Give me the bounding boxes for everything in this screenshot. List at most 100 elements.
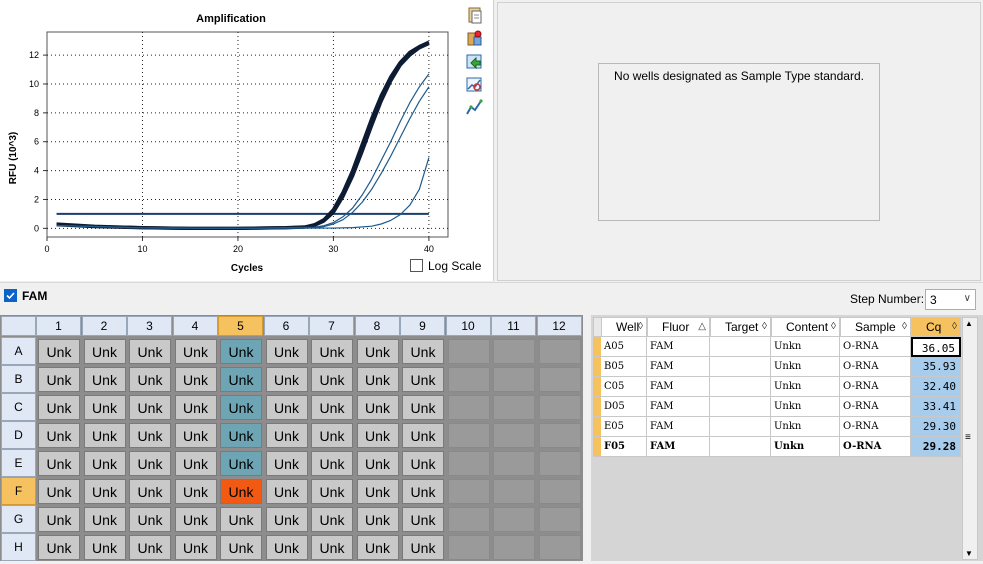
plate-well[interactable]: Unk xyxy=(220,535,262,560)
plate-well[interactable]: Unk xyxy=(265,451,308,476)
plate-well[interactable]: Unk xyxy=(265,339,308,364)
plate-well[interactable]: Unk xyxy=(129,507,171,532)
table-cell-target[interactable] xyxy=(710,397,771,417)
trace-styles-icon[interactable] xyxy=(465,98,484,117)
plate-well[interactable]: Unk xyxy=(174,367,217,392)
table-cell-sample[interactable]: O-RNA xyxy=(840,357,911,377)
table-cell-fluor[interactable]: FAM xyxy=(647,357,710,377)
plate-well[interactable]: Unk xyxy=(402,423,444,448)
plate-well[interactable]: Unk xyxy=(129,479,171,504)
table-cell-well[interactable]: E05 xyxy=(601,417,647,437)
plate-column-header[interactable]: 4 xyxy=(172,316,218,336)
plate-well[interactable]: Unk xyxy=(311,479,353,504)
table-cell-sample[interactable]: O-RNA xyxy=(840,397,911,417)
plate-well[interactable] xyxy=(447,367,490,392)
table-cell-cq[interactable]: 29.30 xyxy=(911,417,961,437)
plate-well[interactable]: Unk xyxy=(129,339,171,364)
sort-icon[interactable]: ◊ xyxy=(638,318,643,336)
plate-well[interactable] xyxy=(493,535,535,560)
table-cell-sample[interactable]: O-RNA xyxy=(840,437,911,457)
plate-row-header[interactable]: E xyxy=(1,449,36,477)
plate-well[interactable]: Unk xyxy=(174,339,217,364)
plate-row-header[interactable]: G xyxy=(1,505,36,533)
plate-well[interactable]: Unk xyxy=(265,507,308,532)
plate-column-header[interactable]: 5 xyxy=(218,316,263,336)
plate-well[interactable]: Unk xyxy=(129,395,171,420)
table-cell-sample[interactable]: O-RNA xyxy=(840,377,911,397)
plate-corner[interactable] xyxy=(1,316,36,336)
plate-well[interactable]: Unk xyxy=(220,451,262,476)
table-header-content[interactable]: Content ◊ xyxy=(771,317,840,337)
plate-well[interactable] xyxy=(447,535,490,560)
scroll-up-icon[interactable]: ▲ xyxy=(965,319,973,328)
plate-well[interactable] xyxy=(447,423,490,448)
plate-well[interactable]: Unk xyxy=(356,507,399,532)
table-cell-sample[interactable]: O-RNA xyxy=(840,337,911,357)
step-number-select[interactable]: 3 ∨ xyxy=(925,289,976,310)
table-cell-fluor[interactable]: FAM xyxy=(647,337,710,357)
table-cell-well[interactable]: D05 xyxy=(601,397,647,417)
table-cell-content[interactable]: Unkn xyxy=(771,417,840,437)
table-cell-cq[interactable]: 35.93 xyxy=(911,357,961,377)
plate-well[interactable]: Unk xyxy=(402,451,444,476)
table-cell-well[interactable]: F05 xyxy=(601,437,647,457)
row-marker[interactable] xyxy=(593,437,601,457)
table-cell-target[interactable] xyxy=(710,417,771,437)
plate-well[interactable] xyxy=(493,451,535,476)
plate-well[interactable] xyxy=(538,507,581,532)
table-header-cq[interactable]: Cq ◊ xyxy=(911,317,961,337)
plate-well[interactable]: Unk xyxy=(38,507,80,532)
plate-well[interactable] xyxy=(493,507,535,532)
table-cell-content[interactable]: Unkn xyxy=(771,377,840,397)
table-cell-fluor[interactable]: FAM xyxy=(647,417,710,437)
log-scale-checkbox[interactable] xyxy=(410,259,423,272)
plate-well[interactable] xyxy=(538,339,581,364)
plate-well[interactable]: Unk xyxy=(174,395,217,420)
plate-column-header[interactable]: 12 xyxy=(536,316,582,336)
row-marker[interactable] xyxy=(593,417,601,437)
plate-well[interactable]: Unk xyxy=(129,535,171,560)
table-cell-target[interactable] xyxy=(710,437,771,457)
plate-well[interactable]: Unk xyxy=(220,367,262,392)
plate-well[interactable]: Unk xyxy=(402,367,444,392)
plate-column-header[interactable]: 3 xyxy=(127,316,172,336)
plate-well[interactable]: Unk xyxy=(174,479,217,504)
plate-well[interactable] xyxy=(447,339,490,364)
plate-well[interactable]: Unk xyxy=(129,451,171,476)
plate-well[interactable]: Unk xyxy=(220,479,262,504)
plate-well[interactable]: Unk xyxy=(174,451,217,476)
export-icon[interactable] xyxy=(465,52,484,71)
table-cell-target[interactable] xyxy=(710,357,771,377)
plate-well[interactable]: Unk xyxy=(311,507,353,532)
table-cell-cq[interactable]: 33.41 xyxy=(911,397,961,417)
plate-well[interactable]: Unk xyxy=(83,507,126,532)
table-cell-cq[interactable]: 36.05 xyxy=(911,337,961,357)
plate-row-header[interactable]: B xyxy=(1,365,36,393)
plate-well[interactable] xyxy=(493,423,535,448)
plate-row-header[interactable]: D xyxy=(1,421,36,449)
plate-well[interactable] xyxy=(447,479,490,504)
plate-well[interactable] xyxy=(447,451,490,476)
plate-well[interactable]: Unk xyxy=(174,535,217,560)
plate-well[interactable]: Unk xyxy=(83,395,126,420)
plate-well[interactable]: Unk xyxy=(174,507,217,532)
plate-column-header[interactable]: 9 xyxy=(400,316,445,336)
row-marker[interactable] xyxy=(593,377,601,397)
plate-column-header[interactable]: 2 xyxy=(81,316,127,336)
plate-well[interactable]: Unk xyxy=(356,395,399,420)
table-cell-target[interactable] xyxy=(710,337,771,357)
sort-icon[interactable]: ◊ xyxy=(762,318,767,336)
plate-column-header[interactable]: 1 xyxy=(36,316,81,336)
table-cell-content[interactable]: Unkn xyxy=(771,357,840,377)
table-header-well[interactable]: Well ◊ xyxy=(601,317,647,337)
plate-well[interactable]: Unk xyxy=(38,479,80,504)
plate-well[interactable]: Unk xyxy=(38,339,80,364)
plate-well[interactable]: Unk xyxy=(38,451,80,476)
plate-well[interactable]: Unk xyxy=(265,367,308,392)
table-cell-well[interactable]: A05 xyxy=(601,337,647,357)
plate-well[interactable] xyxy=(538,535,581,560)
plate-well[interactable]: Unk xyxy=(38,423,80,448)
table-cell-cq[interactable]: 32.40 xyxy=(911,377,961,397)
plate-well[interactable]: Unk xyxy=(83,535,126,560)
plate-well[interactable]: Unk xyxy=(220,423,262,448)
